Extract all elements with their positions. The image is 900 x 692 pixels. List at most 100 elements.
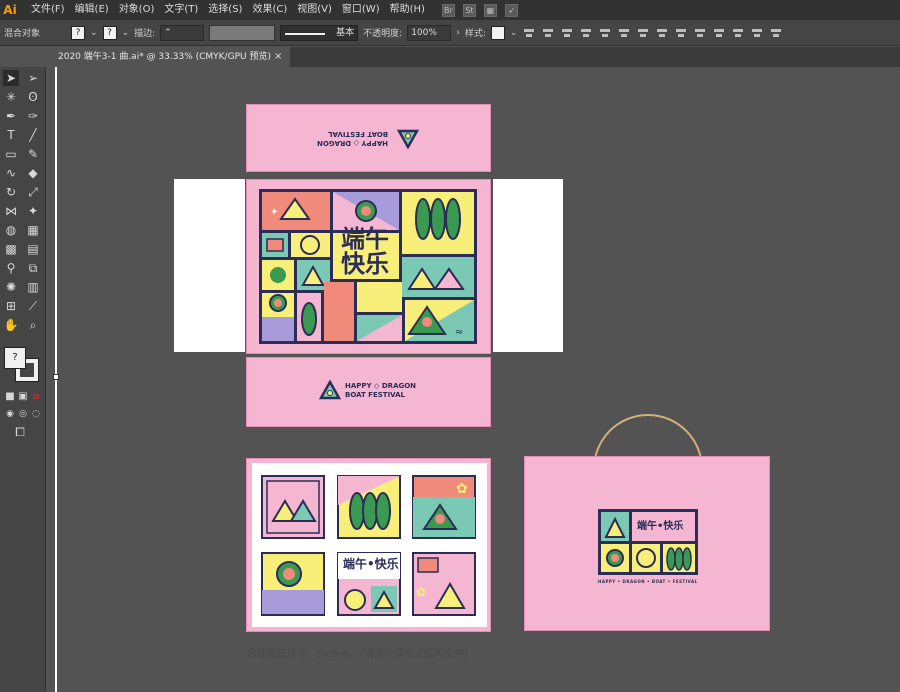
rotate-tool-icon[interactable]: ↻ — [3, 184, 19, 200]
align-center-icon[interactable] — [579, 26, 593, 40]
stroke-swatch[interactable]: ? — [102, 25, 117, 40]
blend-tool-icon[interactable]: ⧉ — [25, 260, 41, 276]
bag-footer-text: HAPPY • DRAGON • BOAT • FESTIVAL — [598, 579, 698, 584]
eyedropper-tool-icon[interactable]: ⚲ — [3, 260, 19, 276]
align-right-icon[interactable] — [598, 26, 612, 40]
perspective-grid-tool-icon[interactable]: ▦ — [25, 222, 41, 238]
close-icon[interactable]: × — [274, 47, 282, 67]
stroke-weight-field[interactable]: ⌃ — [160, 24, 205, 41]
align-middle-icon[interactable] — [636, 26, 650, 40]
curvature-tool-icon[interactable]: ✑ — [25, 108, 41, 124]
shape-builder-tool-icon[interactable]: ◍ — [3, 222, 19, 238]
fill-color-box[interactable]: ? — [4, 347, 26, 369]
align-to-icon[interactable] — [541, 26, 555, 40]
draw-inside-icon[interactable]: ◌ — [28, 406, 44, 422]
brush-definition-select[interactable]: 基本 — [280, 24, 359, 41]
column-graph-tool-icon[interactable]: ▥ — [25, 279, 41, 295]
pen-tool-icon[interactable]: ✒ — [3, 108, 19, 124]
chevron-down-icon[interactable]: ⌄ — [122, 28, 130, 38]
sticker-title-text: 端午•快乐 — [343, 557, 399, 571]
style-swatch[interactable] — [490, 25, 505, 40]
bridge-icon[interactable]: Br — [441, 3, 455, 17]
svg-text:✦: ✦ — [270, 207, 278, 218]
slice-tool-icon[interactable]: ⟋ — [25, 298, 41, 314]
fill-swatch[interactable]: ? — [71, 25, 86, 40]
selection-tool-icon[interactable]: ➤ — [3, 70, 19, 86]
eraser-tool-icon[interactable]: ◆ — [25, 165, 41, 181]
distribute-middle-icon[interactable] — [693, 26, 707, 40]
width-tool-icon[interactable]: ⋈ — [3, 203, 19, 219]
chevron-down-icon[interactable]: ⌄ — [90, 28, 98, 38]
menu-select[interactable]: 选择(S) — [203, 0, 247, 20]
menu-type[interactable]: 文字(T) — [159, 0, 203, 20]
sticker-size-caption: 内裱贴纸尺寸：9x9cm （请设计同尺寸结构文件） — [247, 649, 475, 660]
zoom-tool-icon[interactable]: ⌕ — [25, 317, 41, 333]
box-side-flap-right[interactable] — [493, 179, 563, 352]
front-title: 端午 快乐 — [341, 227, 389, 277]
menu-bar: Ai 文件(F) 编辑(E) 对象(O) 文字(T) 选择(S) 效果(C) 视… — [0, 0, 900, 20]
menu-object[interactable]: 对象(O) — [114, 0, 160, 20]
hand-tool-icon[interactable]: ✋ — [3, 317, 19, 333]
gift-bag-panel[interactable]: 端午•快乐 HAPPY • DRAGON • BOAT • FESTIVAL — [524, 456, 770, 631]
bag-title: 端午•快乐 — [637, 521, 684, 532]
style-label: 样式: — [464, 29, 486, 39]
menu-help[interactable]: 帮助(H) — [385, 0, 430, 20]
distribute-top-icon[interactable] — [674, 26, 688, 40]
bag-label-artwork — [598, 509, 698, 575]
line-tool-icon[interactable]: ╱ — [25, 127, 41, 143]
shaper-tool-icon[interactable]: ∿ — [3, 165, 19, 181]
menu-window[interactable]: 窗口(W) — [337, 0, 385, 20]
distribute-center-icon[interactable] — [750, 26, 764, 40]
sticker-sheet-panel[interactable]: ✿ 端午•快乐 ✿ — [246, 458, 491, 632]
sticker-zongzi-waves: ✿ — [412, 475, 476, 539]
box-lid-top-panel[interactable]: HAPPY ◇ DRAGON BOAT FESTIVAL — [246, 104, 491, 172]
bottom-text-line1: HAPPY ◇ DRAGON — [345, 382, 417, 390]
distribute-right-icon[interactable] — [769, 26, 783, 40]
lid-text-line1: HAPPY ◇ DRAGON — [317, 139, 389, 147]
workspace-grid-icon[interactable]: ▦ — [483, 3, 497, 17]
align-bottom-icon[interactable] — [655, 26, 669, 40]
gradient-tool-icon[interactable]: ▤ — [25, 241, 41, 257]
chevron-down-icon[interactable]: ⌄ — [510, 28, 518, 38]
scale-tool-icon[interactable]: ⤢ — [25, 184, 41, 200]
box-side-flap-left[interactable] — [174, 179, 245, 352]
control-bar: 混合对象 ? ⌄ ? ⌄ 描边: ⌃ 基本 不透明度: 100% › 样式: ⌄ — [0, 20, 900, 46]
type-tool-icon[interactable]: T — [3, 127, 19, 143]
document-tab[interactable]: 2020 端午3-1 曲.ai* @ 33.33% (CMYK/GPU 预览) … — [52, 47, 290, 67]
opacity-label: 不透明度: — [363, 29, 403, 39]
screen-mode-icon[interactable]: ⧠ — [12, 424, 28, 440]
mesh-tool-icon[interactable]: ▩ — [3, 241, 19, 257]
align-left-icon[interactable] — [560, 26, 574, 40]
lasso-tool-icon[interactable]: ʘ — [25, 89, 41, 105]
svg-text:≈: ≈ — [455, 327, 463, 338]
menu-edit[interactable]: 编辑(E) — [70, 0, 114, 20]
magic-wand-tool-icon[interactable]: ✳ — [3, 89, 19, 105]
recolor-icon[interactable] — [522, 26, 536, 40]
menu-file[interactable]: 文件(F) — [26, 0, 70, 20]
symbol-sprayer-tool-icon[interactable]: ✺ — [3, 279, 19, 295]
rectangle-tool-icon[interactable]: ▭ — [3, 146, 19, 162]
resize-handle[interactable] — [53, 374, 59, 380]
paintbrush-tool-icon[interactable]: ✎ — [25, 146, 41, 162]
distribute-bottom-icon[interactable] — [712, 26, 726, 40]
menubar-icons: Br St ▦ ➶ — [441, 3, 518, 17]
direct-selection-tool-icon[interactable]: ➢ — [25, 70, 41, 86]
box-bottom-panel[interactable]: HAPPY ◇ DRAGON BOAT FESTIVAL — [246, 357, 491, 427]
variable-width-field[interactable] — [209, 24, 276, 41]
menu-effect[interactable]: 效果(C) — [247, 0, 292, 20]
distribute-left-icon[interactable] — [731, 26, 745, 40]
app-logo: Ai — [3, 3, 17, 17]
box-front-panel[interactable]: ✦ ≈ 端午 快乐 — [246, 179, 491, 354]
artboard-tool-icon[interactable]: ⊞ — [3, 298, 19, 314]
gpu-rocket-icon[interactable]: ➶ — [504, 3, 518, 17]
align-top-icon[interactable] — [617, 26, 631, 40]
menu-view[interactable]: 视图(V) — [292, 0, 337, 20]
brush-name: 基本 — [336, 27, 355, 38]
stock-icon[interactable]: St — [462, 3, 476, 17]
svg-text:✿: ✿ — [416, 585, 426, 599]
puppet-warp-tool-icon[interactable]: ✦ — [25, 203, 41, 219]
none-mode-icon[interactable]: ⧄ — [28, 389, 44, 405]
chevron-right-icon[interactable]: › — [456, 28, 460, 38]
fill-stroke-widget[interactable]: ? — [4, 347, 40, 387]
opacity-field[interactable]: 100% — [407, 24, 452, 41]
